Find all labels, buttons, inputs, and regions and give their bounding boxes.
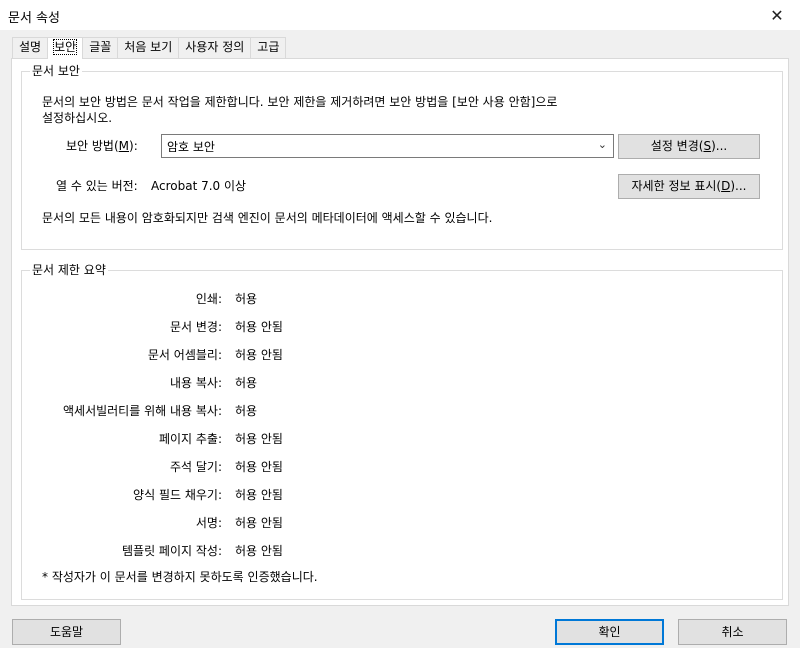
restriction-label: 주석 달기: xyxy=(169,460,222,474)
restriction-value: 허용 안됨 xyxy=(235,544,283,558)
restriction-label: 서명: xyxy=(195,516,222,530)
restriction-label: 페이지 추출: xyxy=(158,432,222,446)
security-description: 문서의 보안 방법은 문서 작업을 제한합니다. 보안 제한을 제거하려면 보안… xyxy=(42,95,558,125)
change-settings-button[interactable]: 설정 변경(S)... xyxy=(618,134,760,159)
restriction-value: 허용 xyxy=(235,404,258,418)
tab-advanced[interactable]: 고급 xyxy=(250,37,287,58)
restriction-label: 양식 필드 채우기: xyxy=(133,488,222,502)
tab-panel: 문서 보안 문서의 보안 방법은 문서 작업을 제한합니다. 보안 제한을 제거… xyxy=(11,58,789,606)
restriction-value: 허용 안됨 xyxy=(235,460,283,474)
tab-strip: 설명 보안 글꼴 처음 보기 사용자 정의 고급 xyxy=(12,37,287,59)
restriction-value: 허용 안됨 xyxy=(235,348,283,362)
tab-fonts[interactable]: 글꼴 xyxy=(82,37,119,58)
document-security-group: 문서 보안 문서의 보안 방법은 문서 작업을 제한합니다. 보안 제한을 제거… xyxy=(21,64,783,250)
security-method-select[interactable]: 암호 보안 ⌄ xyxy=(161,134,614,158)
version-value: Acrobat 7.0 이상 xyxy=(151,179,247,193)
encryption-note: 문서의 모든 내용이 암호화되지만 검색 엔진이 문서의 메타데이터에 액세스할… xyxy=(42,211,493,225)
help-button[interactable]: 도움말 xyxy=(12,619,121,645)
security-method-label: 보안 방법(M): xyxy=(66,139,138,153)
tab-security[interactable]: 보안 xyxy=(47,37,84,59)
certification-footnote: * 작성자가 이 문서를 변경하지 못하도록 인증했습니다. xyxy=(42,570,318,584)
tab-custom[interactable]: 사용자 정의 xyxy=(178,37,252,58)
chevron-down-icon: ⌄ xyxy=(597,138,607,151)
restriction-label: 템플릿 페이지 작성: xyxy=(122,544,222,558)
title-bar: 문서 속성 ✕ xyxy=(0,0,800,31)
ok-button[interactable]: 확인 xyxy=(555,619,664,645)
show-details-button[interactable]: 자세한 정보 표시(D)... xyxy=(618,174,760,199)
version-label: 열 수 있는 버전: xyxy=(56,179,138,193)
restriction-value: 허용 안됨 xyxy=(235,320,283,334)
security-method-value: 암호 보안 xyxy=(167,140,215,154)
restriction-value: 허용 안됨 xyxy=(235,516,283,530)
tab-initial-view[interactable]: 처음 보기 xyxy=(117,37,180,58)
restriction-label: 내용 복사: xyxy=(169,376,222,390)
cancel-button[interactable]: 취소 xyxy=(678,619,787,645)
restriction-label: 액세서빌러티를 위해 내용 복사: xyxy=(62,404,222,418)
close-icon[interactable]: ✕ xyxy=(754,0,800,31)
restriction-label: 인쇄: xyxy=(195,292,222,306)
tab-description[interactable]: 설명 xyxy=(12,37,49,58)
restriction-label: 문서 어셈블리: xyxy=(147,348,222,362)
group-label: 문서 제한 요약 xyxy=(30,263,108,277)
restriction-value: 허용 xyxy=(235,376,258,390)
window-title: 문서 속성 xyxy=(8,11,60,26)
group-label: 문서 보안 xyxy=(30,64,82,78)
restriction-label: 문서 변경: xyxy=(169,320,222,334)
restriction-value: 허용 안됨 xyxy=(235,432,283,446)
restrictions-summary-group: 문서 제한 요약 인쇄: 허용 문서 변경: 허용 안됨 문서 어셈블리: 허용… xyxy=(21,263,783,600)
restriction-value: 허용 xyxy=(235,292,258,306)
restriction-value: 허용 안됨 xyxy=(235,488,283,502)
